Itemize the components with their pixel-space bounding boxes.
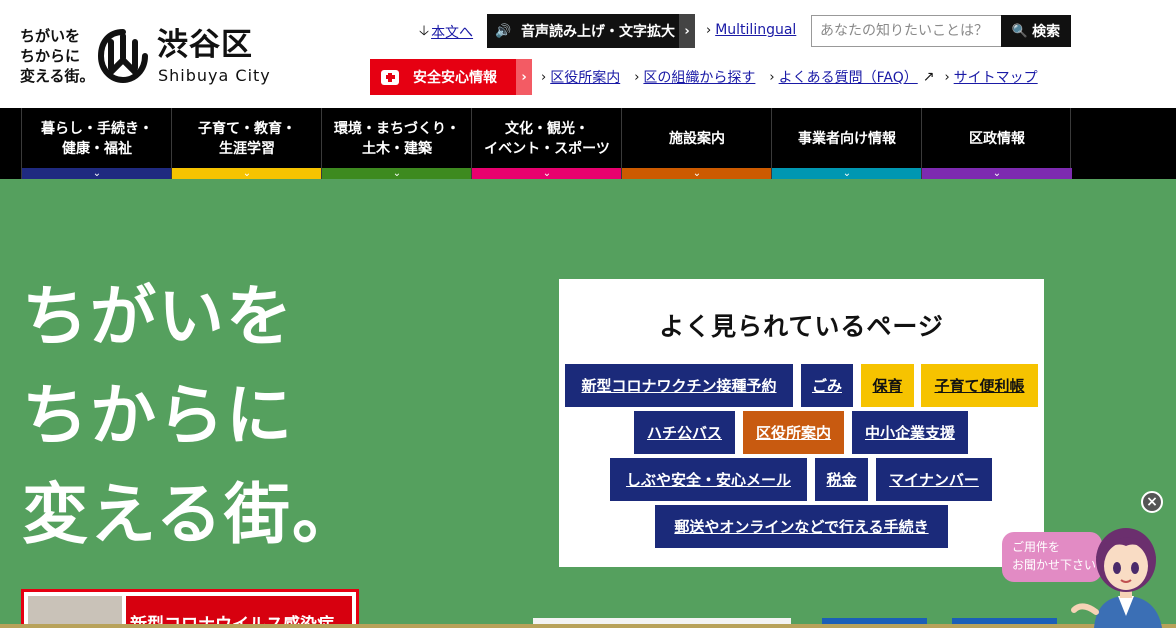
- first-aid-icon: [381, 69, 399, 85]
- logo-text-en[interactable]: Shibuya City: [158, 66, 271, 86]
- voice-reader-label: 音声読み上げ・文字拡大: [521, 24, 675, 40]
- popular-pages-panel: よく見られているページ 新型コロナワクチン接種予約 ごみ 保育 子育て便利帳ハチ公バス…: [559, 279, 1044, 567]
- gnav-item[interactable]: 施設案内 ⌄: [621, 108, 772, 179]
- faq-link[interactable]: よくある質問（FAQ）: [779, 67, 918, 87]
- global-nav: 暮らし・手続き・ 健康・福祉 ⌄ 子育て・教育・ 生涯学習 ⌄ 環境・まちづくり・ 土木…: [0, 108, 1176, 179]
- chatbot-avatar-icon[interactable]: [1066, 512, 1176, 628]
- arrow-down-icon: 🡣: [419, 23, 430, 39]
- chevron-down-icon: ⌄: [542, 167, 552, 179]
- chevron-right-icon: ›: [706, 22, 712, 38]
- hero-copy-line: 変える街。: [22, 476, 361, 553]
- safety-info-label: 安全安心情報: [413, 70, 497, 86]
- logo-text-ja[interactable]: 渋谷区: [157, 28, 253, 62]
- chevron-right-icon: ›: [541, 69, 547, 85]
- sitemap-link[interactable]: サイトマップ: [954, 67, 1038, 87]
- search-icon: 🔍: [1011, 23, 1029, 39]
- tagline-line: ちからに: [20, 47, 81, 65]
- voice-reader-button[interactable]: 🔊 音声読み上げ・文字拡大 ›: [487, 14, 695, 48]
- popular-page-button[interactable]: 保育: [861, 364, 914, 407]
- gnav-color-bar: ⌄: [322, 168, 472, 179]
- multilingual-link[interactable]: Multilingual: [715, 22, 796, 38]
- gnav-item-label: 暮らし・手続き・ 健康・福祉: [41, 121, 153, 157]
- gnav-color-bar: ⌄: [472, 168, 622, 179]
- hero-copy-line: ちからに: [22, 377, 294, 454]
- chatbot-widget: ご用件を お聞かせ下さい ×: [1000, 490, 1176, 628]
- popular-page-button[interactable]: 区役所案内: [743, 411, 844, 454]
- tagline-line: 変える街。: [20, 67, 95, 85]
- popular-page-button[interactable]: マイナンバー: [876, 458, 992, 501]
- popular-page-button[interactable]: ごみ: [801, 364, 853, 407]
- tagline: ちがいを ちからに 変える街。: [20, 26, 95, 86]
- search-button-label: 検索: [1032, 24, 1061, 40]
- gnav-item-label: 施設案内: [669, 131, 725, 147]
- gnav-color-bar: ⌄: [772, 168, 922, 179]
- chevron-down-icon: ⌄: [992, 167, 1002, 179]
- gnav-item-label: 環境・まちづくり・ 土木・建築: [334, 121, 460, 157]
- sub-link-office[interactable]: › 区役所案内: [541, 67, 620, 87]
- chevron-down-icon: ⌄: [92, 167, 102, 179]
- chevron-right-icon: ›: [769, 69, 775, 85]
- global-nav-list: 暮らし・手続き・ 健康・福祉 ⌄ 子育て・教育・ 生涯学習 ⌄ 環境・まちづくり・ 土木…: [21, 108, 1072, 179]
- tagline-line: ちがいを: [20, 27, 81, 45]
- multilingual-link-wrap[interactable]: › Multilingual: [706, 22, 796, 38]
- header-sub-links: › 区役所案内 › 区の組織から探す › よくある質問（FAQ） ↗ › サイト…: [541, 67, 1038, 87]
- safety-info-button[interactable]: 安全安心情報 ›: [370, 59, 532, 95]
- popular-page-button[interactable]: 税金: [815, 458, 868, 501]
- chevron-down-icon: ⌄: [692, 167, 702, 179]
- popular-page-button[interactable]: 子育て便利帳: [921, 364, 1038, 407]
- hero-copy-line: ちがいを: [22, 278, 294, 355]
- skip-to-content[interactable]: 🡣 本文へ: [419, 22, 473, 42]
- gnav-item[interactable]: 文化・観光・ イベント・スポーツ ⌄: [471, 108, 622, 179]
- speaker-icon: 🔊: [495, 23, 512, 39]
- gnav-item-label: 区政情報: [969, 131, 1025, 147]
- external-link-icon: ↗: [922, 69, 935, 85]
- popular-page-button[interactable]: 中小企業支援: [852, 411, 968, 454]
- popular-page-button[interactable]: しぶや安全・安心メール: [610, 458, 807, 501]
- search-button[interactable]: 🔍 検索: [1001, 15, 1071, 47]
- gnav-color-bar: ⌄: [922, 168, 1072, 179]
- site-search: 🔍 検索: [811, 15, 1071, 47]
- chatbot-close-button[interactable]: ×: [1141, 491, 1163, 513]
- gnav-item[interactable]: 事業者向け情報 ⌄: [771, 108, 922, 179]
- chevron-right-icon: ›: [634, 69, 640, 85]
- popular-page-button[interactable]: 郵送やオンラインなどで行える手続き: [655, 505, 948, 548]
- covid-banner[interactable]: 新型コロナウイルス感染症: [21, 589, 359, 628]
- chevron-right-icon: ›: [516, 59, 532, 95]
- chevron-right-icon: ›: [944, 69, 950, 85]
- sub-link-org[interactable]: › 区の組織から探す: [634, 67, 755, 87]
- search-input[interactable]: [811, 15, 1001, 47]
- chevron-down-icon: ⌄: [242, 167, 252, 179]
- gnav-color-bar: ⌄: [172, 168, 322, 179]
- chevron-down-icon: ⌄: [842, 167, 852, 179]
- office-guide-link[interactable]: 区役所案内: [550, 67, 620, 87]
- gnav-item[interactable]: 暮らし・手続き・ 健康・福祉 ⌄: [21, 108, 172, 179]
- sub-link-sitemap[interactable]: › サイトマップ: [944, 67, 1037, 87]
- popular-page-button[interactable]: ハチ公バス: [634, 411, 735, 454]
- gnav-color-bar: ⌄: [22, 168, 172, 179]
- shibuya-emblem-icon[interactable]: [97, 28, 149, 84]
- gnav-item-label: 事業者向け情報: [798, 131, 896, 147]
- gnav-color-bar: ⌄: [622, 168, 772, 179]
- chevron-down-icon: ⌄: [392, 167, 402, 179]
- hero-copy: ちがいを ちからに 変える街。: [22, 267, 360, 564]
- chevron-right-icon: ›: [679, 14, 695, 48]
- gnav-item-label: 文化・観光・ イベント・スポーツ: [484, 121, 610, 157]
- popular-pages-title: よく見られているページ: [659, 312, 944, 341]
- sub-link-faq[interactable]: › よくある質問（FAQ） ↗: [769, 67, 944, 87]
- org-search-link[interactable]: 区の組織から探す: [643, 67, 755, 87]
- skip-to-content-link[interactable]: 本文へ: [431, 22, 473, 42]
- popular-page-button[interactable]: 新型コロナワクチン接種予約: [565, 364, 793, 407]
- gnav-item[interactable]: 子育て・教育・ 生涯学習 ⌄: [171, 108, 322, 179]
- gnav-item[interactable]: 環境・まちづくり・ 土木・建築 ⌄: [321, 108, 472, 179]
- gnav-item[interactable]: 区政情報 ⌄: [921, 108, 1072, 179]
- site-header: ちがいを ちからに 変える街。 渋谷区 Shibuya City 🡣 本文へ 🔊…: [0, 0, 1176, 108]
- gnav-item-label: 子育て・教育・ 生涯学習: [198, 121, 296, 157]
